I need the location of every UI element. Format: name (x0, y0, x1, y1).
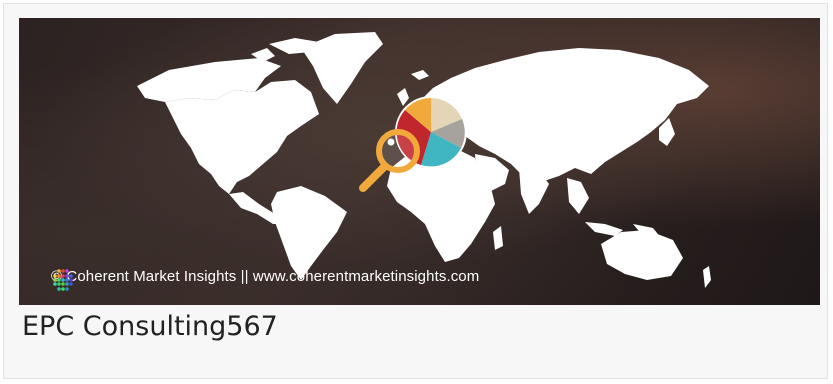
report-banner-image: © Coherent Market Insights || www.cohere… (19, 18, 820, 305)
watermark-text: © Coherent Market Insights || www.cohere… (51, 268, 480, 285)
report-card[interactable]: © Coherent Market Insights || www.cohere… (3, 3, 828, 379)
world-map-icon (137, 32, 711, 288)
watermark: © Coherent Market Insights || www.cohere… (51, 268, 480, 291)
dot-grid-logo-icon (53, 269, 73, 291)
card-title[interactable]: EPC Consulting567 (22, 311, 278, 342)
